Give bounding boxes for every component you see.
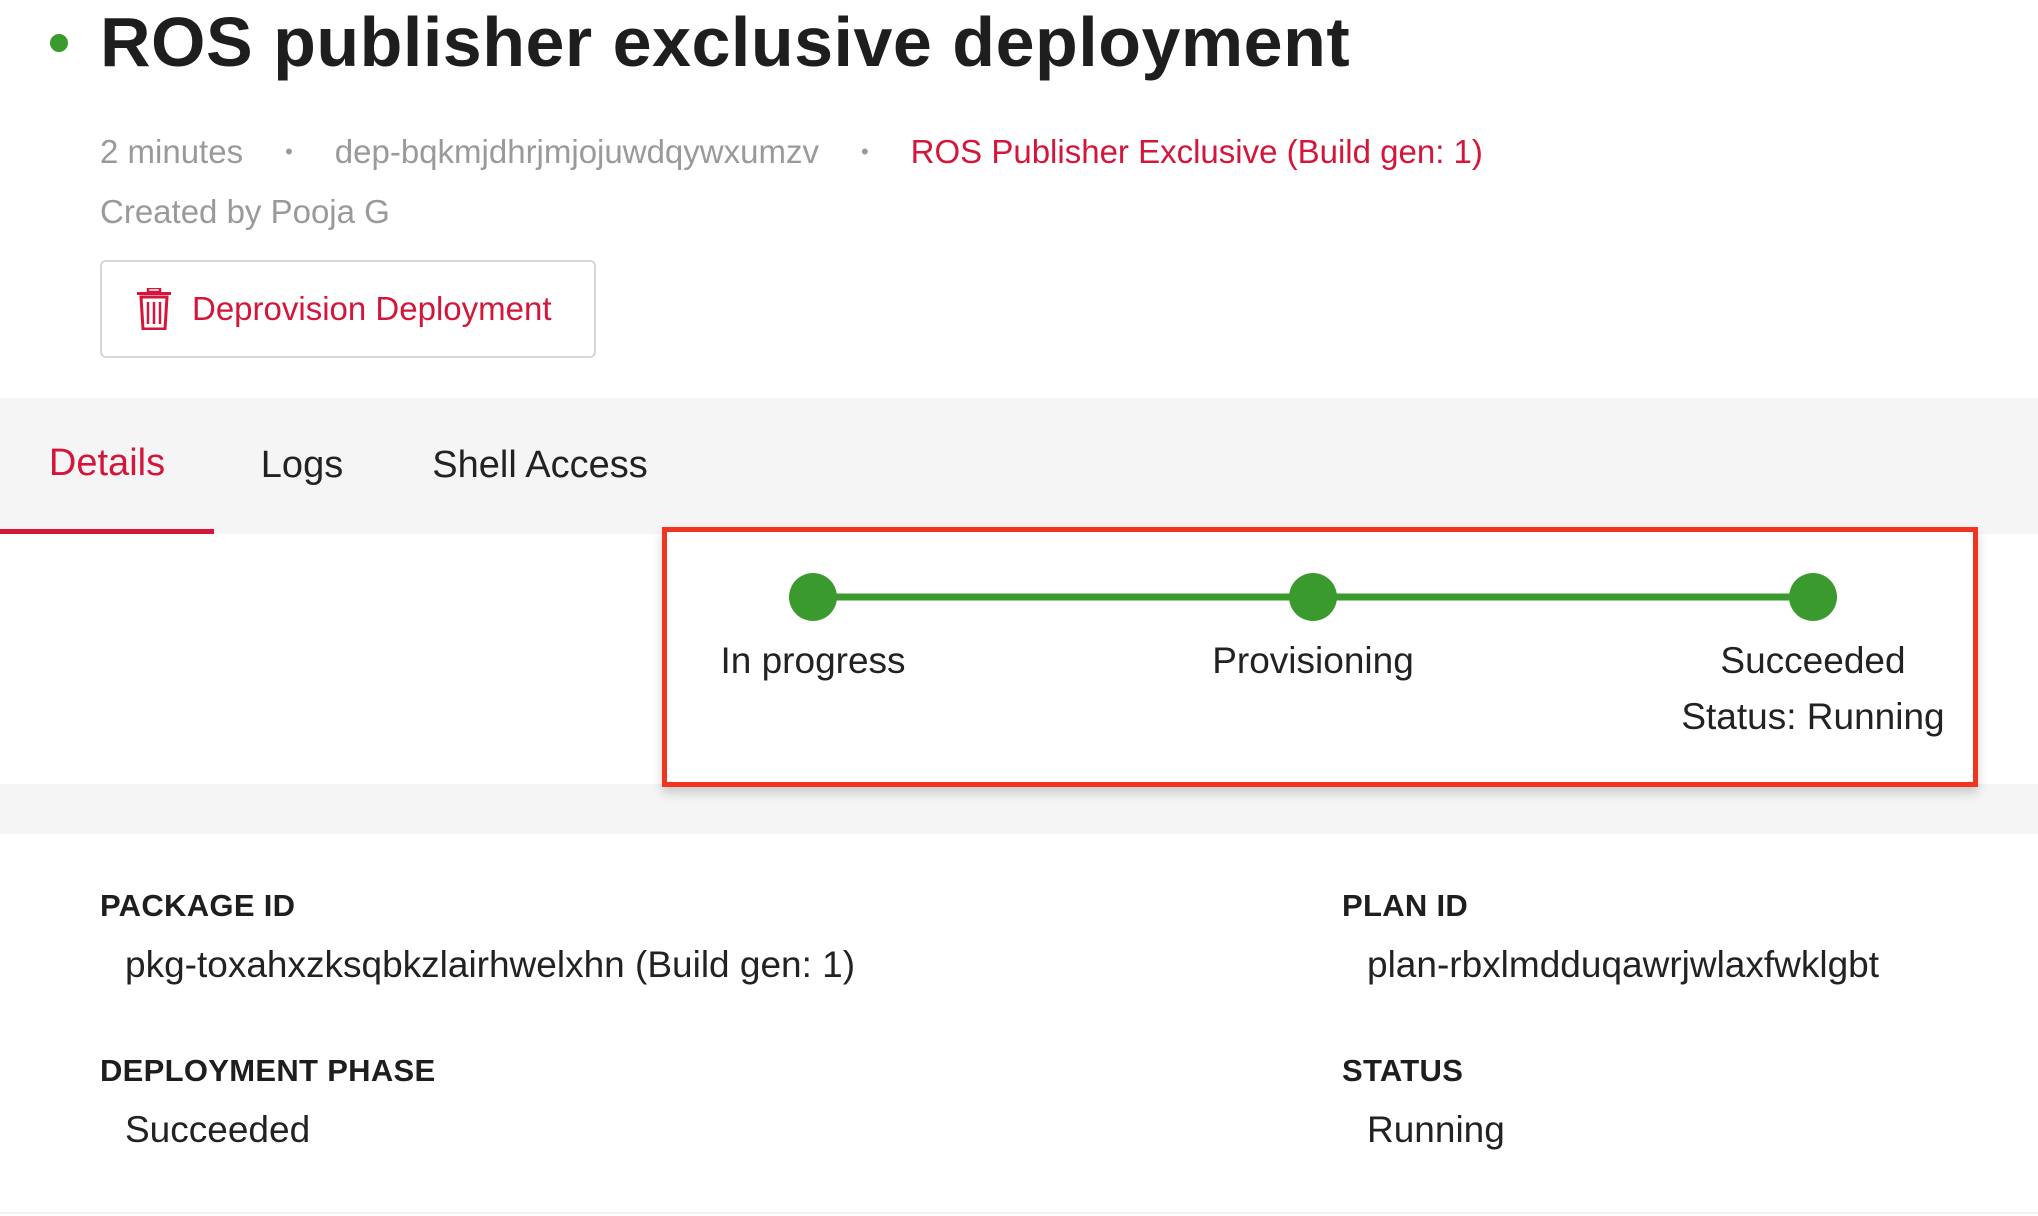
step-label-provisioning: Provisioning: [1212, 640, 1414, 681]
deprovision-button-label: Deprovision Deployment: [192, 290, 552, 327]
tab-logs[interactable]: Logs: [214, 398, 390, 532]
plan-id-label: PLAN ID: [1342, 888, 1469, 923]
deployment-phase-label: DEPLOYMENT PHASE: [100, 1053, 436, 1088]
step-status-text: Status: Running: [1681, 696, 1945, 737]
tab-shell-access[interactable]: Shell Access: [420, 398, 660, 532]
status-label: STATUS: [1342, 1053, 1464, 1088]
page-title: ROS publisher exclusive deployment: [100, 3, 1351, 81]
deployment-meta-row: 2 minutes • dep-bqkmjdhrjmjojuwdqywxumzv…: [100, 133, 1483, 171]
tab-details[interactable]: Details: [0, 398, 214, 534]
created-by-text: Created by Pooja G: [100, 193, 390, 230]
step-marker-in-progress: [789, 573, 837, 621]
deployment-progress-stepper: In progress Provisioning Succeeded Statu…: [662, 527, 1978, 787]
trash-icon: [137, 288, 171, 330]
deprovision-deployment-button[interactable]: Deprovision Deployment: [100, 260, 596, 358]
status-indicator-dot: [50, 34, 68, 52]
status-value: Running: [1367, 1109, 1505, 1150]
step-label-succeeded: Succeeded: [1720, 640, 1906, 681]
bottom-divider: [0, 1212, 2038, 1214]
deployment-phase-value: Succeeded: [125, 1109, 311, 1150]
package-id-label: PACKAGE ID: [100, 888, 296, 923]
package-link[interactable]: ROS Publisher Exclusive (Build gen: 1): [911, 133, 1483, 171]
plan-id-value: plan-rbxlmdduqawrjwlaxfwklgbt: [1367, 944, 1880, 985]
step-marker-succeeded: [1789, 573, 1837, 621]
tab-bar: Details Logs Shell Access: [0, 398, 2038, 534]
meta-separator: •: [860, 139, 869, 164]
meta-separator: •: [285, 139, 293, 164]
step-marker-provisioning: [1289, 573, 1337, 621]
step-label-in-progress: In progress: [720, 640, 906, 681]
package-id-value: pkg-toxahxzksqbkzlairhwelxhn (Build gen:…: [125, 944, 856, 985]
deployment-id: dep-bqkmjdhrjmjojuwdqywxumzv: [334, 133, 819, 170]
deployment-age: 2 minutes: [100, 133, 244, 170]
section-divider-band: [0, 784, 2038, 834]
deployment-page: ROS publisher exclusive deployment 2 min…: [0, 0, 2038, 1216]
